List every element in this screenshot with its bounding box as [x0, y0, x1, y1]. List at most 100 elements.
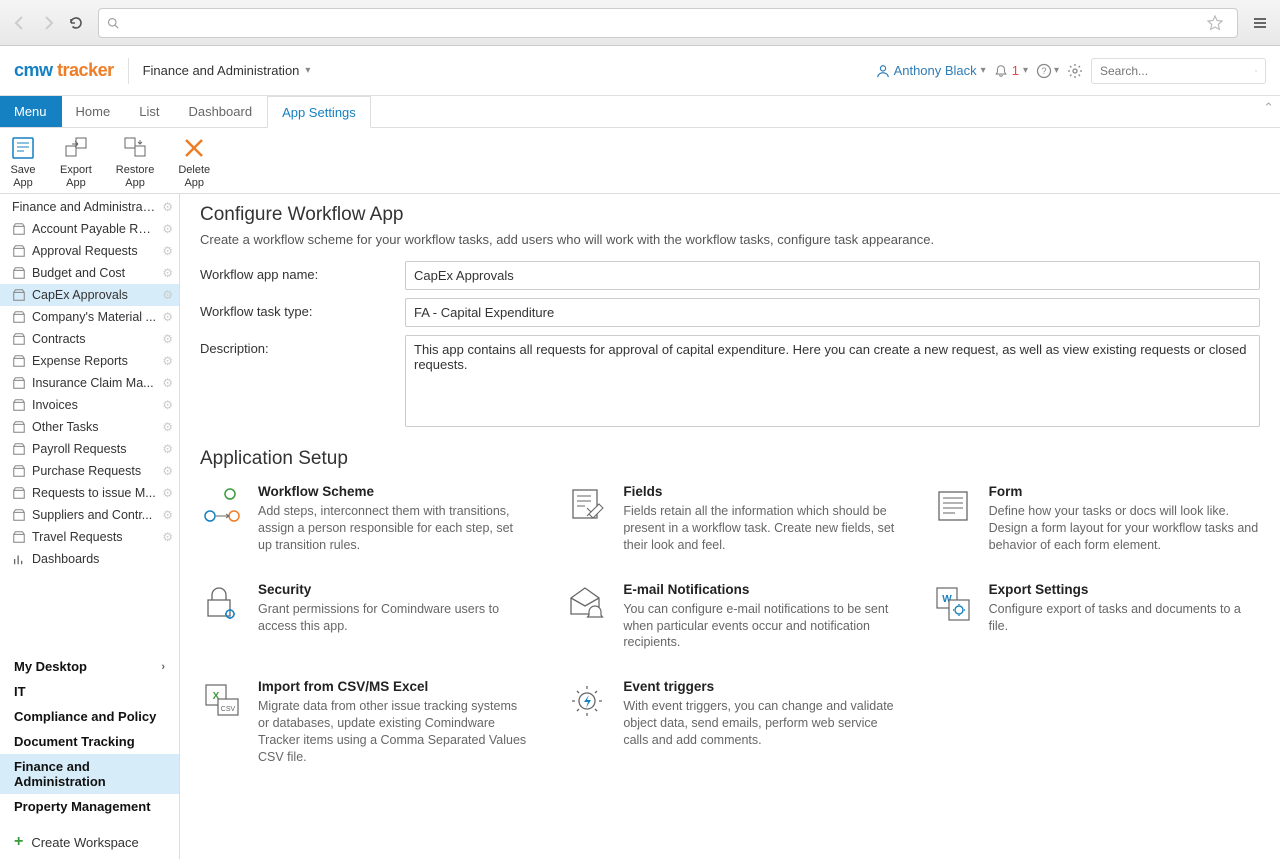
input-task-type[interactable]: [405, 298, 1260, 327]
box-icon: [12, 486, 26, 500]
url-bar[interactable]: [98, 8, 1238, 38]
export-app-button[interactable]: ExportApp: [60, 134, 92, 189]
setup-security[interactable]: SecurityGrant permissions for Comindware…: [200, 582, 529, 652]
workspace-item[interactable]: Finance and Administration: [0, 754, 179, 794]
delete-app-button[interactable]: DeleteApp: [178, 134, 210, 189]
restore-app-button[interactable]: RestoreApp: [116, 134, 155, 189]
sidebar-item[interactable]: Contracts⚙: [0, 328, 179, 350]
create-workspace-button[interactable]: + Create Workspace: [0, 825, 179, 859]
tab-home[interactable]: Home: [62, 96, 126, 127]
chart-icon: [12, 552, 26, 566]
gear-icon[interactable]: ⚙: [162, 530, 173, 544]
box-icon: [12, 376, 26, 390]
workspace-item[interactable]: Document Tracking: [0, 729, 179, 754]
help-button[interactable]: ? ▾: [1036, 63, 1059, 79]
setup-triggers[interactable]: Event triggersWith event triggers, you c…: [565, 679, 894, 766]
search-icon: [1255, 65, 1257, 77]
sidebar-item[interactable]: Suppliers and Contr...⚙: [0, 504, 179, 526]
input-app-name[interactable]: [405, 261, 1260, 290]
box-icon: [12, 266, 26, 280]
hamburger-button[interactable]: [1248, 11, 1272, 35]
tab-menu[interactable]: Menu: [0, 96, 62, 127]
box-icon: [12, 442, 26, 456]
search-input[interactable]: [1100, 64, 1255, 78]
workspace-item[interactable]: IT: [0, 679, 179, 704]
save-app-button[interactable]: SaveApp: [10, 134, 36, 189]
back-button[interactable]: [8, 11, 32, 35]
chevron-right-icon: ›: [161, 661, 165, 673]
sidebar-item[interactable]: Budget and Cost⚙: [0, 262, 179, 284]
gear-icon[interactable]: ⚙: [162, 376, 173, 390]
sidebar-item[interactable]: Travel Requests⚙: [0, 526, 179, 548]
search-box[interactable]: [1091, 58, 1266, 84]
svg-text:CSV: CSV: [221, 706, 236, 713]
gear-icon[interactable]: ⚙: [162, 354, 173, 368]
sidebar-item[interactable]: Approval Requests⚙: [0, 240, 179, 262]
setup-email[interactable]: E-mail NotificationsYou can configure e-…: [565, 582, 894, 652]
gear-icon[interactable]: ⚙: [162, 200, 173, 214]
sidebar-root[interactable]: Finance and Administrati... ⚙: [0, 196, 179, 218]
page-subtitle: Create a workflow scheme for your workfl…: [200, 232, 1260, 247]
gear-icon[interactable]: ⚙: [162, 486, 173, 500]
sidebar-item[interactable]: Requests to issue M...⚙: [0, 482, 179, 504]
settings-button[interactable]: [1067, 63, 1083, 79]
box-icon: [12, 464, 26, 478]
setup-workflow-scheme[interactable]: Workflow SchemeAdd steps, interconnect t…: [200, 484, 529, 554]
setup-fields[interactable]: FieldsFields retain all the information …: [565, 484, 894, 554]
content: Configure Workflow App Create a workflow…: [180, 194, 1280, 859]
notifications-button[interactable]: 1 ▾: [994, 63, 1028, 78]
tab-dashboard[interactable]: Dashboard: [174, 96, 267, 127]
chevron-down-icon: ▾: [1054, 65, 1059, 76]
setup-form[interactable]: FormDefine how your tasks or docs will l…: [931, 484, 1260, 554]
gear-icon[interactable]: ⚙: [162, 332, 173, 346]
tab-app-settings[interactable]: App Settings: [267, 96, 371, 128]
reload-button[interactable]: [64, 11, 88, 35]
gear-icon[interactable]: ⚙: [162, 288, 173, 302]
box-icon: [12, 244, 26, 258]
gear-icon[interactable]: ⚙: [162, 508, 173, 522]
export-file-icon: W: [931, 582, 975, 626]
box-icon: [12, 222, 26, 236]
gear-icon[interactable]: ⚙: [162, 442, 173, 456]
workspace-item[interactable]: My Desktop›: [0, 654, 179, 679]
collapse-ribbon-button[interactable]: ⌃: [1263, 100, 1274, 116]
sidebar-item[interactable]: Expense Reports⚙: [0, 350, 179, 372]
export-icon: [63, 135, 89, 161]
sidebar-item[interactable]: Other Tasks⚙: [0, 416, 179, 438]
box-icon: [12, 530, 26, 544]
current-user[interactable]: Anthony Black ▾: [876, 63, 986, 78]
setup-import[interactable]: XCSV Import from CSV/MS ExcelMigrate dat…: [200, 679, 529, 766]
bookmark-icon[interactable]: [1207, 15, 1229, 31]
gear-icon[interactable]: ⚙: [162, 464, 173, 478]
sidebar-item[interactable]: Payroll Requests⚙: [0, 438, 179, 460]
logo: cmw tracker: [14, 60, 114, 81]
label-task-type: Workflow task type:: [200, 298, 405, 319]
gear-icon[interactable]: ⚙: [162, 310, 173, 324]
user-icon: [876, 64, 890, 78]
tab-list[interactable]: List: [125, 96, 174, 127]
sidebar-item[interactable]: Company's Material ...⚙: [0, 306, 179, 328]
sidebar-item[interactable]: Account Payable Req...⚙: [0, 218, 179, 240]
input-description[interactable]: This app contains all requests for appro…: [405, 335, 1260, 427]
chevron-down-icon: ▾: [305, 65, 310, 76]
gear-icon[interactable]: ⚙: [162, 244, 173, 258]
import-icon: XCSV: [200, 679, 244, 723]
box-icon: [12, 420, 26, 434]
gear-icon[interactable]: ⚙: [162, 420, 173, 434]
workspace-item[interactable]: Property Management: [0, 794, 179, 819]
sidebar-item[interactable]: Insurance Claim Ma...⚙: [0, 372, 179, 394]
sidebar-item[interactable]: Invoices⚙: [0, 394, 179, 416]
chevron-down-icon: ▾: [981, 65, 986, 76]
gear-icon[interactable]: ⚙: [162, 398, 173, 412]
workspace-item[interactable]: Compliance and Policy: [0, 704, 179, 729]
sidebar-item[interactable]: CapEx Approvals⚙: [0, 284, 179, 306]
app-header: cmw tracker Finance and Administration ▾…: [0, 46, 1280, 96]
ribbon: SaveApp ExportApp RestoreApp DeleteApp: [0, 128, 1280, 194]
setup-export[interactable]: W Export SettingsConfigure export of tas…: [931, 582, 1260, 652]
gear-icon[interactable]: ⚙: [162, 222, 173, 236]
gear-icon[interactable]: ⚙: [162, 266, 173, 280]
sidebar-item-dashboards[interactable]: Dashboards: [0, 548, 179, 570]
forward-button[interactable]: [36, 11, 60, 35]
sidebar-item[interactable]: Purchase Requests⚙: [0, 460, 179, 482]
workspace-selector[interactable]: Finance and Administration ▾: [143, 63, 311, 78]
